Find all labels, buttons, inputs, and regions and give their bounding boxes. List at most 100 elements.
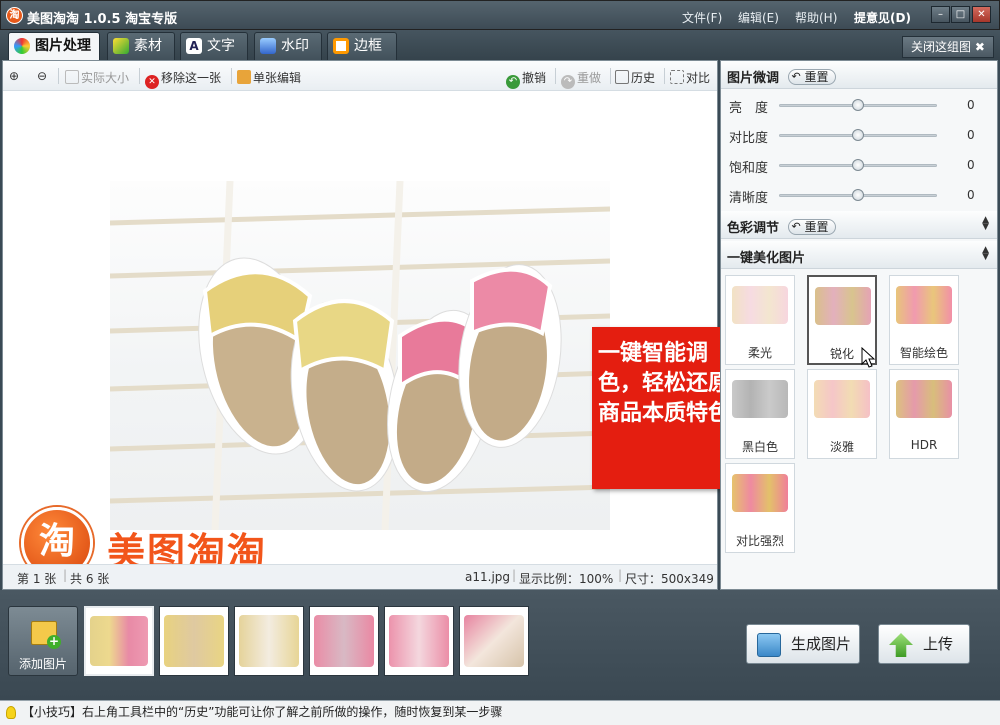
upload-button[interactable]: 上传 — [878, 624, 970, 664]
tip-bar: 【小技巧】右上角工具栏中的“历史”功能可让你了解之前所做的操作，随时恢复到某一步… — [0, 700, 1000, 725]
undo-button[interactable]: ↶ 撤销 — [506, 69, 546, 89]
border-icon — [333, 38, 349, 54]
slider-track[interactable] — [779, 99, 937, 111]
remove-icon: ✕ — [145, 75, 159, 89]
history-button[interactable]: 历史 — [615, 69, 655, 86]
divider: | — [512, 568, 517, 582]
upload-label: 上传 — [923, 635, 954, 653]
image-size: 尺寸：500x349 — [625, 572, 714, 586]
effect-thumbnail — [732, 474, 788, 512]
image-index: 第 1 张 — [17, 572, 57, 586]
effect-label: 柔光 — [747, 346, 772, 360]
editor-toolbar: ⊕ ⊖ 实际大小 ✕ 移除这一张 单张编辑 ↶ 撤销 ↷ 重做 历史 对比 — [3, 61, 717, 91]
text-icon: A — [186, 38, 202, 54]
generate-icon — [757, 633, 781, 657]
app-title: 美图淘淘 1.0.5 淘宝专版 — [27, 12, 178, 27]
bottom-bar: + 添加图片 生成图片 上传 — [0, 590, 1000, 700]
menu-edit[interactable]: 编辑(E) — [738, 9, 779, 26]
slider-value: 0 — [967, 188, 975, 202]
tab-materials[interactable]: 素材 — [107, 32, 175, 60]
effect-soft-light[interactable]: 柔光 — [725, 275, 795, 365]
color-reset-button[interactable]: 重置 — [787, 219, 836, 235]
film-thumbnail — [164, 615, 224, 667]
undo-label: 撤销 — [522, 71, 547, 85]
watermark-icon — [260, 38, 276, 54]
tab-label: 素材 — [134, 38, 162, 54]
effect-hdr[interactable]: HDR — [889, 369, 959, 459]
effect-high-contrast[interactable]: 对比强烈 — [725, 463, 795, 553]
slider-track[interactable] — [779, 159, 937, 171]
beautify-title: 一键美化图片 — [727, 251, 806, 266]
file-name: a11.jpg — [465, 570, 511, 584]
slider-knob[interactable] — [852, 129, 864, 141]
slider-knob[interactable] — [852, 159, 864, 171]
zoom-out-icon[interactable]: ⊖ — [37, 69, 47, 83]
filmstrip-item[interactable] — [234, 606, 304, 676]
single-edit-button[interactable]: 单张编辑 — [237, 69, 301, 86]
add-image-button[interactable]: + 添加图片 — [8, 606, 78, 676]
slider-knob[interactable] — [852, 99, 864, 111]
menu-file[interactable]: 文件(F) — [682, 9, 722, 26]
mouse-cursor-icon — [861, 347, 876, 368]
divider — [664, 68, 665, 84]
maximize-button[interactable]: □ — [951, 6, 970, 23]
effect-thumbnail — [896, 286, 952, 324]
expand-icon[interactable]: ▲ ▼ — [982, 246, 989, 262]
effect-elegant[interactable]: 淡雅 — [807, 369, 877, 459]
film-thumbnail — [464, 615, 524, 667]
slider-value: 0 — [967, 98, 975, 112]
tab-border[interactable]: 边框 — [327, 32, 397, 60]
beautify-header[interactable]: 一键美化图片 ▲ ▼ — [721, 241, 997, 269]
close-window-button[interactable]: ✕ — [972, 6, 991, 23]
filmstrip-item[interactable] — [84, 606, 154, 676]
effect-black-white[interactable]: 黑白色 — [725, 369, 795, 459]
effect-thumbnail — [896, 380, 952, 418]
effect-thumbnail — [814, 380, 870, 418]
film-thumbnail — [314, 615, 374, 667]
color-adjust-header[interactable]: 色彩调节 重置 ▲▼ — [721, 211, 997, 239]
title-bar: 淘 美图淘淘 1.0.5 淘宝专版 文件(F) 编辑(E) 帮助(H) 提意见(… — [0, 0, 1000, 30]
color-adjust-title: 色彩调节 — [727, 221, 780, 236]
actual-size-icon — [65, 70, 79, 84]
generate-image-button[interactable]: 生成图片 — [746, 624, 860, 664]
fine-tune-title: 图片微调 — [727, 71, 780, 86]
product-photo — [109, 180, 611, 531]
divider — [58, 68, 59, 84]
tab-watermark[interactable]: 水印 — [254, 32, 322, 60]
tab-text[interactable]: A 文字 — [180, 32, 248, 60]
slider-track[interactable] — [779, 129, 937, 141]
material-icon — [113, 38, 129, 54]
redo-label: 重做 — [577, 71, 602, 85]
film-thumbnail — [239, 615, 299, 667]
effect-thumbnail — [732, 380, 788, 418]
menu-help[interactable]: 帮助(H) — [795, 9, 837, 26]
filmstrip-item[interactable] — [309, 606, 379, 676]
app-logo-icon: 淘 — [6, 7, 23, 24]
filmstrip-item[interactable] — [159, 606, 229, 676]
effect-label: HDR — [910, 438, 938, 452]
effect-smart-color[interactable]: 智能绘色 — [889, 275, 959, 365]
minimize-button[interactable]: – — [931, 6, 950, 23]
plus-icon: + — [47, 634, 61, 649]
actual-size-button[interactable]: 实际大小 — [65, 69, 129, 86]
filmstrip-item[interactable] — [384, 606, 454, 676]
fine-tune-header: 图片微调 重置 — [721, 61, 997, 89]
tab-label: 文字 — [207, 38, 235, 54]
remove-image-button[interactable]: ✕ 移除这一张 — [145, 69, 221, 89]
close-group-button[interactable]: 关闭这组图 ✖ — [902, 36, 994, 58]
expand-icon[interactable]: ▲ ▼ — [982, 216, 989, 232]
editor-panel: ⊕ ⊖ 实际大小 ✕ 移除这一张 单张编辑 ↶ 撤销 ↷ 重做 历史 对比 淘 … — [2, 60, 718, 590]
tip-text: 【小技巧】右上角工具栏中的“历史”功能可让你了解之前所做的操作，随时恢复到某一步… — [22, 705, 503, 719]
redo-button[interactable]: ↷ 重做 — [561, 69, 601, 89]
compare-button[interactable]: 对比 — [670, 69, 710, 86]
zoom-in-icon[interactable]: ⊕ — [9, 69, 19, 83]
slippers-image — [109, 180, 611, 531]
fine-tune-reset-button[interactable]: 重置 — [787, 69, 836, 85]
slider-label: 亮 度 — [729, 101, 769, 116]
slider-track[interactable] — [779, 189, 937, 201]
tab-bar: 图片处理 素材 A 文字 水印 边框 — [0, 30, 1000, 60]
slider-knob[interactable] — [852, 189, 864, 201]
menu-feedback[interactable]: 提意见(D) — [854, 9, 911, 26]
tab-image-processing[interactable]: 图片处理 — [8, 32, 100, 60]
filmstrip-item[interactable] — [459, 606, 529, 676]
